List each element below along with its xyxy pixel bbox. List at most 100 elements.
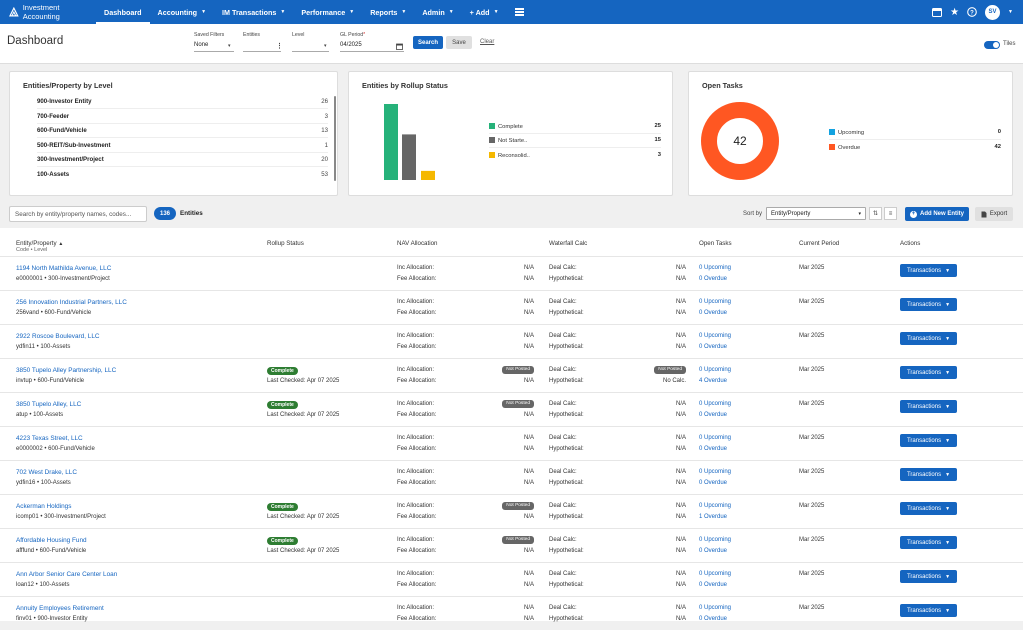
saved-filters-value: None	[194, 42, 209, 48]
transactions-button[interactable]: Transactions ▼	[900, 536, 957, 549]
entity-name-link[interactable]: Ann Arbor Senior Care Center Loan	[16, 571, 117, 578]
star-icon[interactable]: ★	[950, 7, 959, 18]
level-row: 300-Investment/Project 20	[37, 156, 328, 163]
entity-name-link[interactable]: Ackerman Holdings	[16, 503, 71, 510]
bar-complete[interactable]	[384, 104, 398, 180]
upcoming-tasks-link[interactable]: 0 Upcoming	[699, 265, 731, 271]
user-avatar[interactable]: SV	[985, 4, 1001, 20]
overdue-tasks-link[interactable]: 0 Overdue	[699, 310, 727, 316]
overdue-tasks-link[interactable]: 1 Overdue	[699, 514, 727, 520]
upcoming-tasks-link[interactable]: 0 Upcoming	[699, 571, 731, 577]
upcoming-tasks-link[interactable]: 0 Upcoming	[699, 333, 731, 339]
upcoming-tasks-link[interactable]: 0 Upcoming	[699, 367, 731, 373]
chevron-down-icon[interactable]: ▼	[1008, 9, 1013, 15]
transactions-button[interactable]: Transactions ▼	[900, 366, 957, 379]
sort-order-icon[interactable]: ⇅	[869, 207, 882, 220]
gl-period-field[interactable]: GL Period* 04/2025	[340, 32, 404, 52]
transactions-button[interactable]: Transactions ▼	[900, 468, 957, 481]
overdue-tasks-link[interactable]: 0 Overdue	[699, 446, 727, 452]
level-label: 900-Investor Entity	[37, 98, 92, 105]
level-label: 500-REIT/Sub-Investment	[37, 142, 111, 149]
transactions-button[interactable]: Transactions ▼	[900, 604, 957, 617]
help-icon[interactable]: ?	[967, 7, 977, 17]
levels-scrollbar[interactable]	[334, 96, 336, 181]
nav-item-performance[interactable]: Performance ▼	[293, 0, 362, 24]
entity-column-header[interactable]: Entity/Property ▲	[16, 240, 63, 247]
transactions-button[interactable]: Transactions ▼	[900, 264, 957, 277]
upcoming-tasks-link[interactable]: 0 Upcoming	[699, 469, 731, 475]
legend-item[interactable]: Upcoming 0	[829, 129, 1001, 136]
overdue-tasks-link[interactable]: 4 Overdue	[699, 378, 727, 384]
current-period: Mar 2025	[799, 333, 825, 339]
clear-link[interactable]: Clear	[480, 39, 494, 45]
transactions-button[interactable]: Transactions ▼	[900, 570, 957, 583]
entity-name-link[interactable]: 702 West Drake, LLC	[16, 469, 77, 476]
search-button[interactable]: Search	[413, 36, 443, 49]
bar-notstarte[interactable]	[402, 134, 416, 180]
nav-item-dashboard[interactable]: Dashboard	[96, 0, 150, 24]
hypothetical-value: N/A	[675, 514, 686, 520]
upcoming-tasks-link[interactable]: 0 Upcoming	[699, 537, 731, 543]
entity-name-link[interactable]: 1194 North Mathilda Avenue, LLC	[16, 265, 111, 272]
upcoming-tasks-link[interactable]: 0 Upcoming	[699, 435, 731, 441]
tiles-toggle[interactable]	[984, 41, 1000, 49]
chevron-down-icon: ▾	[228, 43, 231, 49]
nav-item-reports[interactable]: Reports ▼	[362, 0, 414, 24]
legend-item[interactable]: Overdue 42	[829, 144, 1001, 151]
overdue-tasks-link[interactable]: 0 Overdue	[699, 480, 727, 486]
grid-icon[interactable]	[507, 0, 532, 24]
fee-allocation-label: Fee Allocation:	[397, 310, 437, 316]
upcoming-tasks-link[interactable]: 0 Upcoming	[699, 401, 731, 407]
transactions-button[interactable]: Transactions ▼	[900, 332, 957, 345]
fee-allocation-label: Fee Allocation:	[397, 582, 437, 588]
nav-item-im-transactions[interactable]: IM Transactions ▼	[214, 0, 293, 24]
hypothetical-label: Hypothetical:	[549, 276, 584, 282]
entity-name-link[interactable]: 4223 Texas Street, LLC	[16, 435, 83, 442]
entity-name-link[interactable]: 3850 Tupelo Alley Partnership, LLC	[16, 367, 116, 374]
level-filter[interactable]: Level ▾	[292, 32, 329, 52]
nav-item-admin[interactable]: Admin ▼	[414, 0, 461, 24]
add-new-entity-button[interactable]: + Add New Entity	[905, 207, 969, 221]
brand[interactable]: Investment Accounting	[0, 3, 96, 21]
overdue-tasks-link[interactable]: 0 Overdue	[699, 616, 727, 622]
sort-by-select[interactable]: Entity/Property ▾	[766, 207, 866, 220]
legend-item[interactable]: Reconsolid.. 3	[489, 152, 661, 159]
entity-name-link[interactable]: 256 Innovation Industrial Partners, LLC	[16, 299, 127, 306]
entity-search-input[interactable]: Search by entity/property names, codes..…	[9, 206, 147, 222]
entity-name-link[interactable]: 3850 Tupelo Alley, LLC	[16, 401, 81, 408]
transactions-button[interactable]: Transactions ▼	[900, 400, 957, 413]
upcoming-tasks-link[interactable]: 0 Upcoming	[699, 503, 731, 509]
upcoming-tasks-link[interactable]: 0 Upcoming	[699, 299, 731, 305]
overdue-tasks-link[interactable]: 0 Overdue	[699, 276, 727, 282]
nav-item-accounting[interactable]: Accounting ▼	[150, 0, 214, 24]
legend-item[interactable]: Not Starte.. 15	[489, 137, 661, 144]
saved-filters-dropdown[interactable]: Saved Filters None ▾	[194, 32, 234, 52]
entity-name-link[interactable]: Affordable Housing Fund	[16, 537, 87, 544]
export-button[interactable]: Export	[975, 207, 1013, 221]
upcoming-tasks-link[interactable]: 0 Upcoming	[699, 605, 731, 611]
chevron-down-icon: ▼	[493, 9, 499, 15]
transactions-button[interactable]: Transactions ▼	[900, 434, 957, 447]
more-icon[interactable]: ⋮	[276, 42, 283, 50]
bar-reconsolid[interactable]	[421, 170, 435, 180]
nav-item-add[interactable]: + Add ▼	[462, 0, 507, 24]
hypothetical-value: N/A	[675, 582, 686, 588]
entity-name-link[interactable]: 2922 Roscoe Boulevard, LLC	[16, 333, 100, 340]
legend-item[interactable]: Complete 25	[489, 123, 661, 130]
save-button[interactable]: Save	[446, 36, 472, 49]
window-icon[interactable]	[932, 7, 943, 17]
entity-name-link[interactable]: Annuity Employees Retirement	[16, 605, 104, 612]
calendar-icon[interactable]	[396, 43, 403, 50]
current-period: Mar 2025	[799, 299, 825, 305]
overdue-tasks-link[interactable]: 0 Overdue	[699, 582, 727, 588]
divider	[489, 133, 661, 134]
overdue-tasks-link[interactable]: 0 Overdue	[699, 412, 727, 418]
filter-icon[interactable]: ≡	[884, 207, 897, 220]
overdue-tasks-link[interactable]: 0 Overdue	[699, 548, 727, 554]
transactions-button[interactable]: Transactions ▼	[900, 298, 957, 311]
transactions-button[interactable]: Transactions ▼	[900, 502, 957, 515]
legend-swatch	[489, 152, 495, 158]
overdue-tasks-link[interactable]: 0 Overdue	[699, 344, 727, 350]
entities-filter[interactable]: Entities ⋮	[243, 32, 283, 52]
table-row: 3850 Tupelo Alley Partnership, LLC invtup…	[0, 358, 1023, 392]
